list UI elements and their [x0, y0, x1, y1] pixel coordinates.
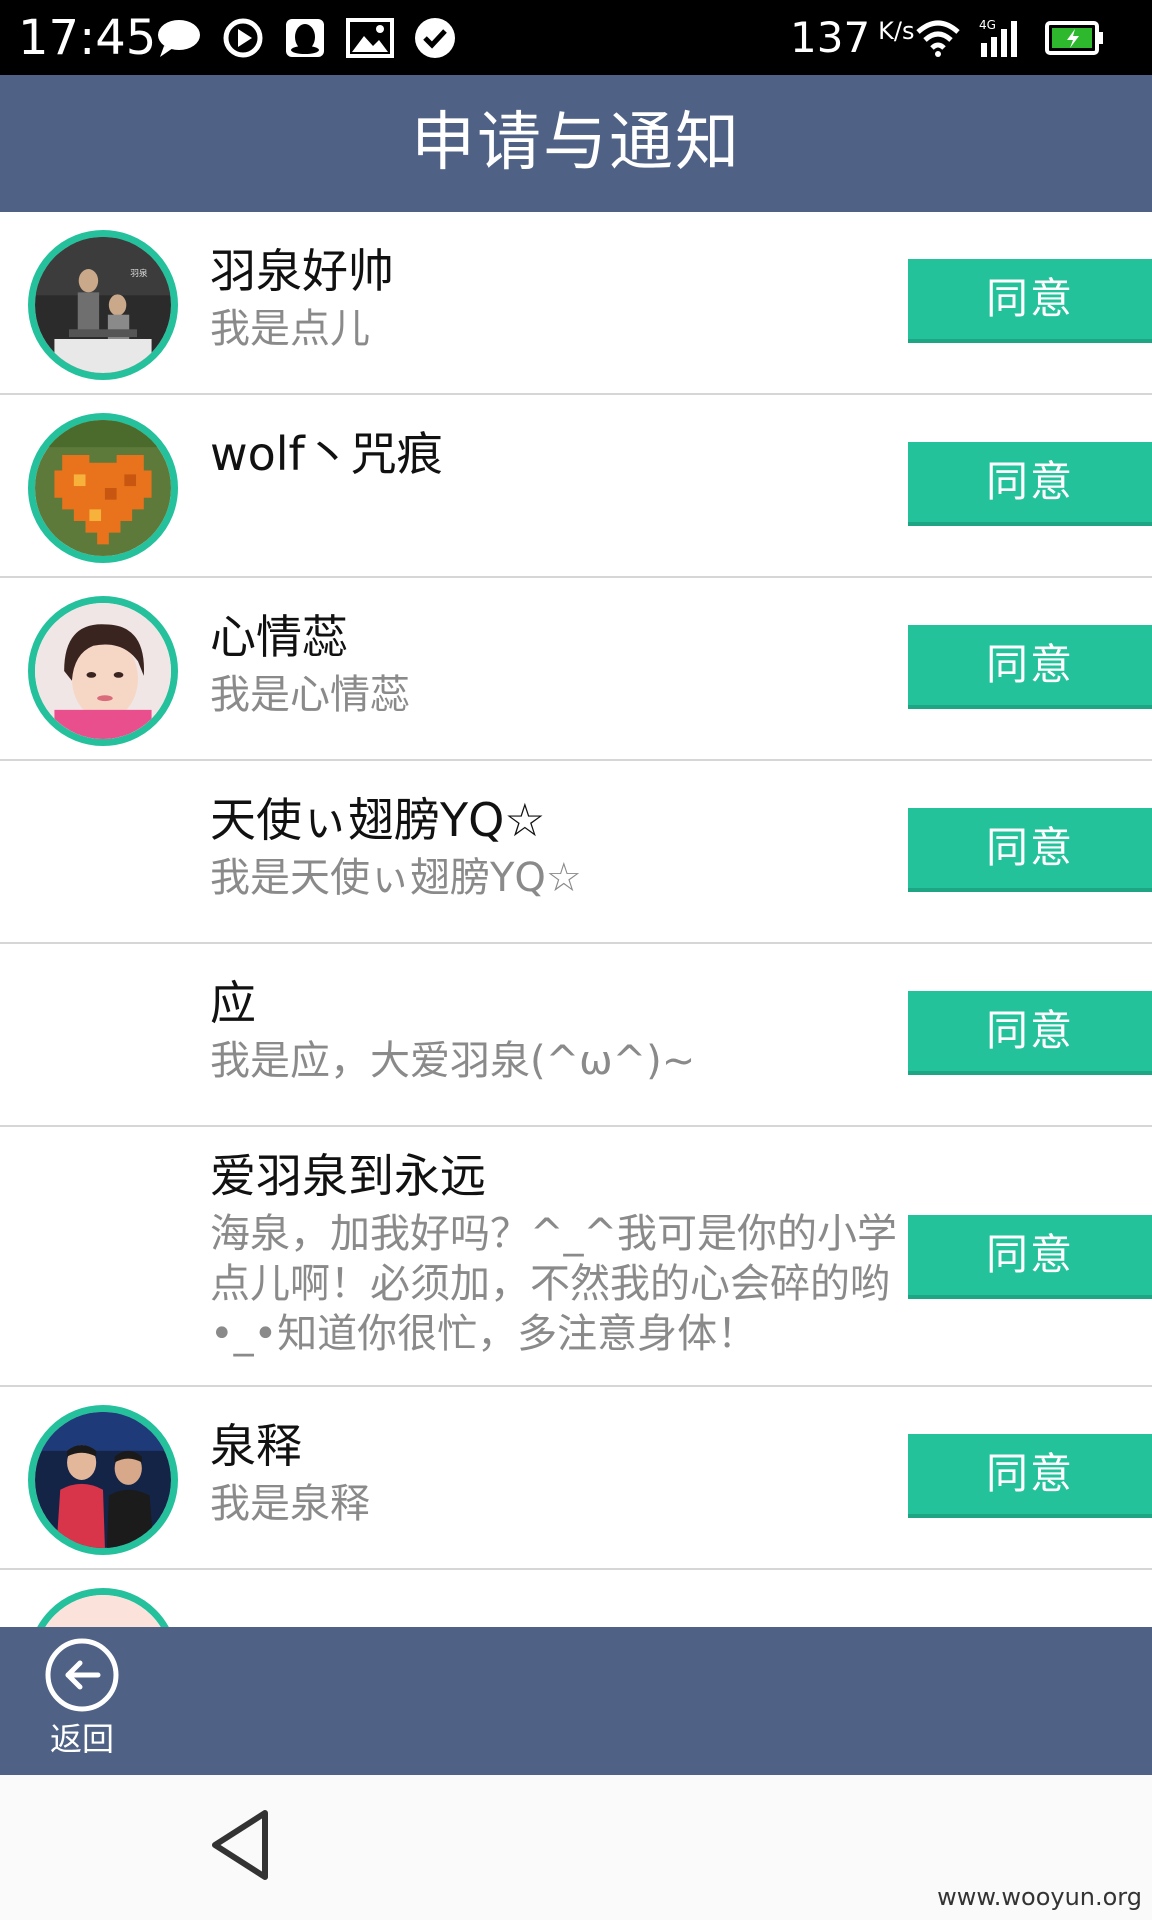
- request-message: 我是点儿: [210, 306, 370, 352]
- app-header: 申请与通知: [0, 75, 1152, 212]
- request-message: 我是应，大爱羽泉(^ω^)~: [210, 1038, 696, 1084]
- back-button[interactable]: 返回: [38, 1637, 126, 1765]
- check-circle-icon: [414, 17, 456, 59]
- back-label: 返回: [49, 1720, 114, 1758]
- request-row[interactable]: 应 我是应，大爱羽泉(^ω^)~ 同意: [0, 944, 1152, 1127]
- qq-penguin-icon: [284, 17, 326, 59]
- notification-icons: [156, 12, 456, 64]
- request-message: 我是天使ぃ翅膀YQ☆: [210, 855, 582, 901]
- network-speed-value: 137: [790, 13, 871, 62]
- play-circle-icon: [222, 17, 264, 59]
- request-row[interactable]: wolf丶咒痕 同意: [0, 395, 1152, 578]
- request-list[interactable]: 羽泉 羽泉好帅 我是点儿 同意 wolf丶咒痕 同意 心情蕊 我是心情蕊 同意 …: [0, 212, 1152, 1627]
- avatar-girl-selfie[interactable]: [28, 596, 178, 746]
- network-speed-unit: K/s: [878, 17, 915, 45]
- page-title: 申请与通知: [411, 106, 741, 180]
- request-name: 天使ぃ翅膀YQ☆: [210, 793, 546, 847]
- image-icon: [346, 18, 394, 58]
- avatar-stage-duo[interactable]: [28, 1405, 178, 1555]
- svg-text:羽泉: 羽泉: [130, 267, 148, 279]
- avatar-band-photo[interactable]: 羽泉: [28, 230, 178, 380]
- signal-4g-icon: 4G: [979, 17, 1027, 59]
- network-type-label: 4G: [979, 18, 996, 32]
- request-message: 我是泉释: [210, 1481, 370, 1527]
- request-row[interactable]: 心情蕊 我是心情蕊 同意: [0, 578, 1152, 761]
- request-name: 心情蕊: [210, 610, 348, 664]
- request-name: 爱羽泉到永远: [210, 1149, 486, 1203]
- screen: 17:45 137 K/s 4G 申请与通知 羽泉 羽泉好帅 我是点儿 同意 w…: [0, 0, 1152, 1920]
- system-icons: 4G: [915, 12, 1105, 64]
- nav-back-icon[interactable]: [205, 1805, 275, 1885]
- request-row[interactable]: 泉释 我是泉释 同意: [0, 1387, 1152, 1570]
- request-name: 泉释: [210, 1419, 302, 1473]
- status-bar: 17:45 137 K/s 4G: [0, 0, 1152, 75]
- avatar-pixel-heart[interactable]: [28, 413, 178, 563]
- watermark: www.wooyun.org: [937, 1883, 1142, 1911]
- status-time: 17:45: [18, 10, 157, 66]
- agree-button[interactable]: 同意: [908, 1215, 1152, 1299]
- request-row[interactable]: [0, 1570, 1152, 1627]
- app-footer: 返回: [0, 1627, 1152, 1775]
- request-row[interactable]: 爱羽泉到永远 海泉，加我好吗？^_^我可是你的小学点儿啊！必须加，不然我的心会碎…: [0, 1127, 1152, 1387]
- network-speed: 137 K/s: [790, 10, 915, 66]
- request-row[interactable]: 天使ぃ翅膀YQ☆ 我是天使ぃ翅膀YQ☆ 同意: [0, 761, 1152, 944]
- agree-button[interactable]: 同意: [908, 1434, 1152, 1518]
- wifi-icon: [915, 18, 961, 58]
- avatar-partial[interactable]: [28, 1588, 178, 1627]
- system-nav-bar: www.wooyun.org: [0, 1775, 1152, 1920]
- chat-bubble-icon: [156, 18, 202, 58]
- request-name: 羽泉好帅: [210, 244, 394, 298]
- agree-button[interactable]: 同意: [908, 442, 1152, 526]
- request-name: wolf丶咒痕: [210, 427, 443, 481]
- request-row[interactable]: 羽泉 羽泉好帅 我是点儿 同意: [0, 212, 1152, 395]
- battery-charging-icon: [1045, 20, 1105, 56]
- arrow-left-circle-icon: [38, 1637, 126, 1713]
- request-message: 海泉，加我好吗？^_^我可是你的小学点儿啊！必须加，不然我的心会碎的哟•_•知道…: [210, 1211, 898, 1357]
- request-message: 我是心情蕊: [210, 672, 410, 718]
- agree-button[interactable]: 同意: [908, 991, 1152, 1075]
- agree-button[interactable]: 同意: [908, 259, 1152, 343]
- agree-button[interactable]: 同意: [908, 808, 1152, 892]
- agree-button[interactable]: 同意: [908, 625, 1152, 709]
- request-name: 应: [210, 976, 256, 1030]
